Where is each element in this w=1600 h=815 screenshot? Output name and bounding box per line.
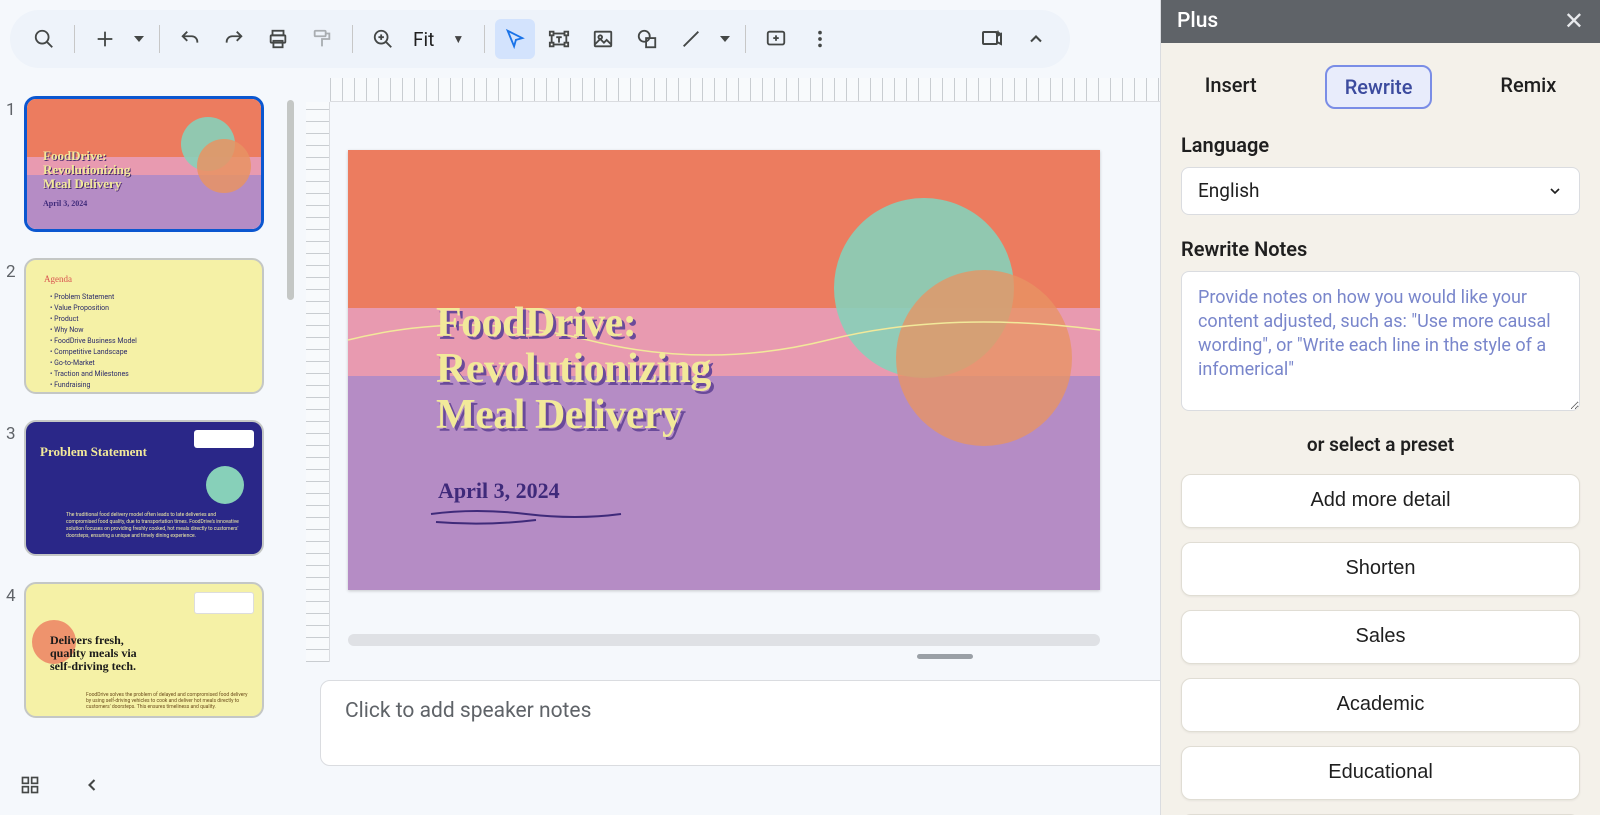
speaker-notes-placeholder: Click to add speaker notes [345, 699, 591, 723]
preset-educational[interactable]: Educational [1181, 746, 1580, 800]
slide-row: 3 Problem Statement The traditional food… [6, 420, 280, 556]
zoom-select[interactable]: Fit ▼ [407, 28, 474, 51]
toolbar: Fit ▼ [10, 10, 1070, 68]
gemini-icon[interactable] [972, 19, 1012, 59]
redo-button[interactable] [214, 19, 254, 59]
textbox-tool[interactable] [539, 19, 579, 59]
thumb-date: April 3, 2024 [43, 199, 87, 208]
previous-slide-icon[interactable] [74, 767, 110, 803]
preset-academic[interactable]: Academic [1181, 678, 1580, 732]
rewrite-notes-input[interactable] [1181, 271, 1580, 411]
select-tool[interactable] [495, 19, 535, 59]
slide-number: 2 [6, 258, 24, 282]
slide-number: 1 [6, 96, 24, 120]
language-select[interactable]: English [1181, 167, 1580, 215]
collapse-icon[interactable] [1016, 19, 1056, 59]
slide-canvas[interactable]: FoodDrive: Revolutionizing Meal Delivery… [348, 150, 1100, 590]
language-label: Language [1181, 133, 1580, 157]
preset-add-more-detail[interactable]: Add more detail [1181, 474, 1580, 528]
shape-tool[interactable] [627, 19, 667, 59]
more-icon[interactable] [800, 19, 840, 59]
chevron-down-icon [1547, 183, 1563, 199]
rewrite-notes-label: Rewrite Notes [1181, 237, 1580, 261]
thumb-title: FoodDrive:RevolutionizingMeal Delivery [43, 149, 130, 191]
line-dropdown-icon[interactable] [715, 19, 735, 59]
plus-body: Language English Rewrite Notes or select… [1161, 127, 1600, 815]
thumb-heading: Problem Statement [40, 444, 147, 460]
image-tool[interactable] [583, 19, 623, 59]
chevron-down-icon: ▼ [452, 32, 464, 46]
splitter-handle[interactable] [917, 654, 973, 659]
tab-rewrite[interactable]: Rewrite [1325, 65, 1433, 109]
slide-row: 2 Agenda • Problem Statement • Value Pro… [6, 258, 280, 394]
plus-tabs: Insert Rewrite Remix [1161, 43, 1600, 127]
underline-decoration [426, 506, 626, 530]
slide-row: 1 FoodDrive:RevolutionizingMeal Delivery… [6, 96, 280, 232]
preset-sales[interactable]: Sales [1181, 610, 1580, 664]
vertical-ruler [306, 102, 330, 662]
grid-view-icon[interactable] [12, 767, 48, 803]
print-button[interactable] [258, 19, 298, 59]
slide-date: April 3, 2024 [438, 478, 560, 504]
preset-hint: or select a preset [1181, 433, 1580, 456]
zoom-button[interactable] [363, 19, 403, 59]
new-slide-dropdown-icon[interactable] [129, 19, 149, 59]
paint-format-button[interactable] [302, 19, 342, 59]
search-icon[interactable] [24, 19, 64, 59]
slide-number: 3 [6, 420, 24, 444]
thumb-heading: Delivers fresh,quality meals viaself-dri… [50, 634, 137, 673]
slide-thumbnail-3[interactable]: Problem Statement The traditional food d… [24, 420, 264, 556]
bottom-bar [0, 755, 160, 815]
thumb-body: The traditional food delivery model ofte… [66, 512, 242, 540]
zoom-label: Fit [413, 28, 434, 51]
slide-thumbnail-4[interactable]: Delivers fresh,quality meals viaself-dri… [24, 582, 264, 718]
horizontal-scrollbar[interactable] [348, 634, 1100, 646]
thumb-heading: Agenda [44, 274, 72, 284]
thumb-list: • Problem Statement • Value Proposition … [50, 292, 137, 391]
slide-number: 4 [6, 582, 24, 606]
slide-thumbnail-1[interactable]: FoodDrive:RevolutionizingMeal Delivery A… [24, 96, 264, 232]
slide-row: 4 Delivers fresh,quality meals viaself-d… [6, 582, 280, 718]
new-slide-button[interactable] [85, 19, 125, 59]
tab-remix[interactable]: Remix [1482, 65, 1574, 109]
filmstrip: 1 FoodDrive:RevolutionizingMeal Delivery… [0, 78, 290, 815]
preset-shorten[interactable]: Shorten [1181, 542, 1580, 596]
plus-title: Plus [1177, 9, 1218, 33]
undo-button[interactable] [170, 19, 210, 59]
plus-header: Plus ✕ [1161, 0, 1600, 43]
line-tool[interactable] [671, 19, 711, 59]
close-icon[interactable]: ✕ [1564, 7, 1584, 35]
language-value: English [1198, 179, 1259, 202]
slide-thumbnail-2[interactable]: Agenda • Problem Statement • Value Propo… [24, 258, 264, 394]
thumb-body: FoodDrive solves the problem of delayed … [86, 692, 252, 710]
tab-insert[interactable]: Insert [1187, 65, 1275, 109]
comment-button[interactable] [756, 19, 796, 59]
plus-panel: Plus ✕ Insert Rewrite Remix Language Eng… [1160, 0, 1600, 815]
slide-title: FoodDrive: Revolutionizing Meal Delivery [436, 300, 711, 438]
